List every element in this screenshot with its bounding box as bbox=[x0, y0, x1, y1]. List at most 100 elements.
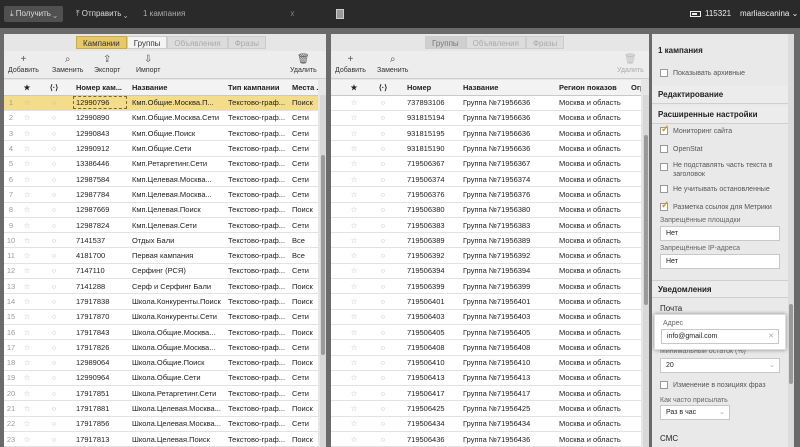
star-icon[interactable]: ☆ bbox=[345, 400, 363, 417]
table-row[interactable]: ☆ ○ 719506436 Группа №71956436 Москва и обла… bbox=[331, 431, 641, 447]
table-row[interactable]: 5 ☆ ○ 13386446 Кмп.Ретаргетинг.Сети Текстово-… bbox=[4, 156, 318, 172]
clear-icon[interactable]: ✕ bbox=[768, 330, 774, 343]
table-row[interactable]: 6 ☆ ○ 12987584 Кмп.Целевая.Москва... Текстово… bbox=[4, 171, 318, 188]
star-icon[interactable]: ☆ bbox=[345, 309, 363, 325]
star-icon[interactable]: ☆ bbox=[345, 370, 363, 387]
star-icon[interactable]: ☆ bbox=[345, 186, 363, 203]
metrika-row[interactable]: Мониторинг сайта bbox=[660, 124, 782, 138]
scroll-thumb[interactable] bbox=[789, 304, 793, 384]
table-row[interactable]: 11 ☆ ○ 4181700 Первая кампания Текстово-граф.… bbox=[4, 247, 318, 264]
star-icon[interactable]: ☆ bbox=[345, 278, 363, 295]
table-row[interactable]: 19 ☆ ○ 12990964 Школа.Общие.Сети Текстово-гра… bbox=[4, 370, 318, 387]
table-row[interactable]: 3 ☆ ○ 12990843 Кмп.Общие.Поиск Текстово-граф.… bbox=[4, 125, 318, 142]
star-icon[interactable]: ☆ bbox=[18, 278, 36, 295]
star-icon[interactable]: ☆ bbox=[345, 217, 363, 234]
delete-button[interactable]: 🗑 Удалить bbox=[290, 54, 317, 75]
table-row[interactable]: ☆ ○ 719506367 Группа №71956367 Москва и обла… bbox=[331, 156, 641, 172]
scroll-thumb[interactable] bbox=[321, 155, 325, 355]
layout-toggle-icon[interactable] bbox=[336, 9, 344, 19]
table-row[interactable]: 1 ☆ ○ 12990796 Кмп.Общие.Москва.П... Текстово… bbox=[4, 95, 318, 111]
star-icon[interactable]: ☆ bbox=[18, 125, 36, 142]
table-row[interactable]: ☆ ○ 719506376 Группа №71956376 Москва и обла… bbox=[331, 186, 641, 203]
col-star[interactable]: ★ bbox=[18, 80, 36, 96]
tab-groups[interactable]: Группы bbox=[425, 36, 466, 49]
star-icon[interactable]: ☆ bbox=[18, 232, 36, 249]
star-icon[interactable]: ☆ bbox=[18, 309, 36, 325]
tab-campaigns[interactable]: Кампании bbox=[76, 36, 127, 49]
table-row[interactable]: 14 ☆ ○ 17917838 Школа.Конкуренты.Поиск Тексто… bbox=[4, 293, 318, 310]
no-sub-checkbox[interactable] bbox=[660, 163, 668, 171]
star-icon[interactable]: ☆ bbox=[18, 217, 36, 234]
col-limits[interactable]: Ограни bbox=[627, 80, 641, 96]
star-icon[interactable]: ☆ bbox=[18, 370, 36, 387]
star-icon[interactable]: ☆ bbox=[345, 156, 363, 172]
star-icon[interactable]: ☆ bbox=[18, 186, 36, 203]
table-row[interactable]: 8 ☆ ○ 12987669 Кмп.Целевая.Поиск Текстово-гра… bbox=[4, 202, 318, 218]
star-icon[interactable]: ☆ bbox=[345, 140, 363, 157]
close-icon[interactable]: ☓ bbox=[290, 6, 295, 22]
scroll-thumb[interactable] bbox=[644, 135, 648, 305]
export-button[interactable]: ⇪ Экспорт bbox=[94, 54, 120, 75]
star-icon[interactable]: ☆ bbox=[345, 202, 363, 218]
check-freq-select[interactable]: Раз в час ⌄ bbox=[660, 405, 730, 420]
replace-button[interactable]: ⌕ Заменить bbox=[52, 54, 83, 75]
star-icon[interactable]: ☆ bbox=[345, 339, 363, 356]
star-icon[interactable]: ☆ bbox=[18, 431, 36, 447]
edit-section-head[interactable]: Редактирование bbox=[652, 86, 794, 104]
star-icon[interactable]: ☆ bbox=[18, 140, 36, 157]
star-icon[interactable]: ☆ bbox=[345, 431, 363, 447]
get-button[interactable]: ⤓ Получить ⌄ bbox=[4, 6, 63, 22]
tab-ads[interactable]: Объявления bbox=[465, 36, 526, 49]
star-icon[interactable]: ☆ bbox=[18, 385, 36, 402]
table-row[interactable]: ☆ ○ 719506413 Группа №71956413 Москва и обла… bbox=[331, 370, 641, 387]
table-row[interactable]: ☆ ○ 719506408 Группа №71956408 Москва и обла… bbox=[331, 339, 641, 356]
replace-button[interactable]: ⌕ Заменить bbox=[377, 54, 408, 75]
col-campaign-type[interactable]: Тип кампании bbox=[224, 80, 288, 96]
star-icon[interactable]: ☆ bbox=[18, 110, 36, 127]
forbidden-ip-field[interactable]: Нет bbox=[660, 254, 780, 269]
col-campaign-id[interactable]: Номер кам... bbox=[72, 80, 128, 96]
table-row[interactable]: ☆ ○ 719506394 Группа №71956394 Москва и обла… bbox=[331, 263, 641, 280]
star-icon[interactable]: ☆ bbox=[18, 293, 36, 310]
add-button[interactable]: + Добавить bbox=[335, 54, 366, 75]
table-row[interactable]: ☆ ○ 931815194 Группа №71956636 Москва и обла… bbox=[331, 110, 641, 127]
star-icon[interactable]: ☆ bbox=[345, 95, 363, 111]
table-row[interactable]: ☆ ○ 931815190 Группа №71956636 Москва и обла… bbox=[331, 140, 641, 157]
import-button[interactable]: ⇩ Импорт bbox=[136, 54, 160, 75]
settings-scrollbar[interactable] bbox=[788, 34, 794, 447]
col-region[interactable]: Регион показов bbox=[555, 80, 627, 96]
table-row[interactable]: ☆ ○ 719506389 Группа №71956389 Москва и обла… bbox=[331, 232, 641, 249]
table-row[interactable]: ☆ ○ 719506405 Группа №71956405 Москва и обла… bbox=[331, 324, 641, 341]
star-icon[interactable]: ☆ bbox=[345, 110, 363, 127]
tagging-row[interactable]: Разметка ссылок для Метрики bbox=[660, 200, 782, 214]
table-row[interactable]: 20 ☆ ○ 17917851 Школа.Ретаргетинг.Сети Тексто… bbox=[4, 385, 318, 402]
star-icon[interactable]: ☆ bbox=[345, 247, 363, 264]
star-icon[interactable]: ☆ bbox=[18, 339, 36, 356]
star-icon[interactable]: ☆ bbox=[18, 247, 36, 264]
star-icon[interactable]: ☆ bbox=[345, 324, 363, 341]
star-icon[interactable]: ☆ bbox=[345, 171, 363, 188]
metrika-checkbox[interactable] bbox=[660, 124, 669, 136]
table-row[interactable]: ☆ ○ 719506399 Группа №71956399 Москва и обла… bbox=[331, 278, 641, 295]
table-row[interactable]: 23 ☆ ○ 17917813 Школа.Целевая.Поиск Текстово-… bbox=[4, 431, 318, 447]
col-group-id[interactable]: Номер bbox=[403, 80, 459, 96]
table-row[interactable]: 9 ☆ ○ 12987824 Кмп.Целевая.Сети Текстово-граф… bbox=[4, 217, 318, 234]
star-icon[interactable]: ☆ bbox=[345, 232, 363, 249]
table-row[interactable]: 15 ☆ ○ 17917870 Школа.Конкуренты.Сети Текстов… bbox=[4, 309, 318, 325]
table-row[interactable]: ☆ ○ 719506401 Группа №71956401 Москва и обла… bbox=[331, 293, 641, 310]
table-row[interactable]: ☆ ○ 719506434 Группа №71956434 Москва и обла… bbox=[331, 416, 641, 433]
table-row[interactable]: 16 ☆ ○ 17917843 Школа.Общие.Москва... Текстов… bbox=[4, 324, 318, 341]
star-icon[interactable]: ☆ bbox=[18, 95, 36, 111]
table-row[interactable]: ☆ ○ 719506374 Группа №71956374 Москва и обла… bbox=[331, 171, 641, 188]
star-icon[interactable]: ☆ bbox=[18, 156, 36, 172]
table-row[interactable]: 12 ☆ ○ 7147110 Серфинг (РСЯ) Текстово-граф...… bbox=[4, 263, 318, 280]
table-row[interactable]: 13 ☆ ○ 7141288 Серф и Серфинг Бали Текстово-г… bbox=[4, 278, 318, 295]
col-code[interactable]: ⟨·⟩ bbox=[363, 80, 403, 96]
star-icon[interactable]: ☆ bbox=[345, 385, 363, 402]
table-row[interactable]: 4 ☆ ○ 12990912 Кмп.Общие.Сети Текстово-граф..… bbox=[4, 140, 318, 157]
table-row[interactable]: 2 ☆ ○ 12990890 Кмп.Общие.Москва.Сети Текстово… bbox=[4, 110, 318, 127]
tab-groups[interactable]: Группы bbox=[126, 36, 168, 49]
notifications-head[interactable]: Уведомления bbox=[652, 280, 794, 298]
email-field[interactable]: info@gmail.com ✕ bbox=[661, 329, 779, 344]
show-archived-checkbox[interactable] bbox=[660, 69, 668, 78]
